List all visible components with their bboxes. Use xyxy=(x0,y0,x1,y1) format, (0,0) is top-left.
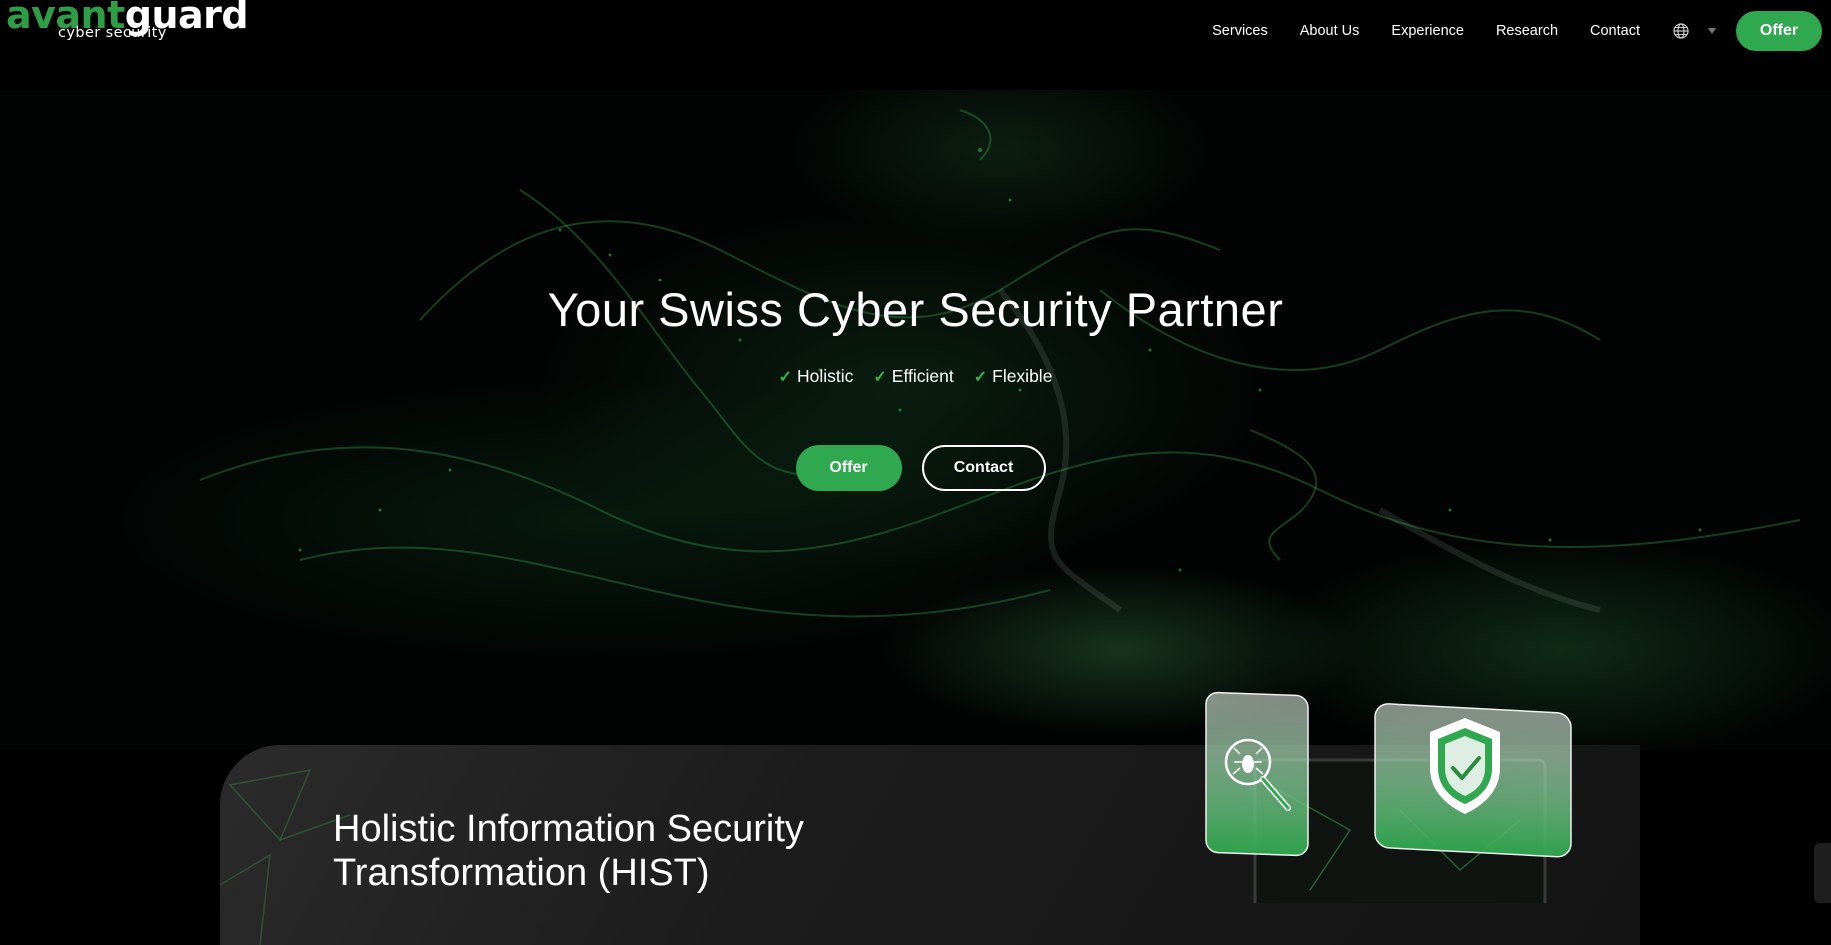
check-icon: ✓ xyxy=(873,368,887,386)
nav-services[interactable]: Services xyxy=(1212,23,1268,39)
chevron-down-icon[interactable] xyxy=(1708,28,1716,34)
bug-search-card xyxy=(1205,691,1309,857)
main-nav: Services About Us Experience Research Co… xyxy=(1212,11,1831,51)
security-illustration xyxy=(1205,691,1572,903)
contact-button[interactable]: Contact xyxy=(921,445,1046,491)
card-title: Holistic Information Security Transformat… xyxy=(333,808,804,894)
logo[interactable]: avantguard cyber security xyxy=(6,0,249,40)
logo-subtitle: cyber security xyxy=(58,25,167,41)
check-icon: ✓ xyxy=(778,368,792,386)
hero-section: Your Swiss Cyber Security Partner ✓ Holis… xyxy=(0,90,1831,750)
nav-research[interactable]: Research xyxy=(1496,23,1558,39)
header-offer-button[interactable]: Offer xyxy=(1736,11,1822,51)
feature-item: ✓ Holistic xyxy=(778,366,854,386)
side-scroll-tab[interactable] xyxy=(1814,843,1831,903)
nav-contact[interactable]: Contact xyxy=(1590,23,1640,39)
shield-card xyxy=(1374,703,1572,858)
globe-icon[interactable] xyxy=(1672,22,1690,40)
feature-list: ✓ Holistic ✓ Efficient ✓ Flexible xyxy=(0,366,1831,387)
nav-about-us[interactable]: About Us xyxy=(1300,23,1360,39)
nav-experience[interactable]: Experience xyxy=(1391,23,1464,39)
feature-item: ✓ Flexible xyxy=(973,366,1053,386)
check-icon: ✓ xyxy=(973,368,988,386)
feature-item: ✓ Efficient xyxy=(873,366,954,386)
hero-title: Your Swiss Cyber Security Partner xyxy=(547,283,1284,336)
site-header: avantguard cyber security Services About… xyxy=(0,0,1831,90)
hero-actions: Offer Contact xyxy=(0,445,1831,491)
particle-background xyxy=(199,109,1801,618)
offer-button[interactable]: Offer xyxy=(795,445,902,491)
